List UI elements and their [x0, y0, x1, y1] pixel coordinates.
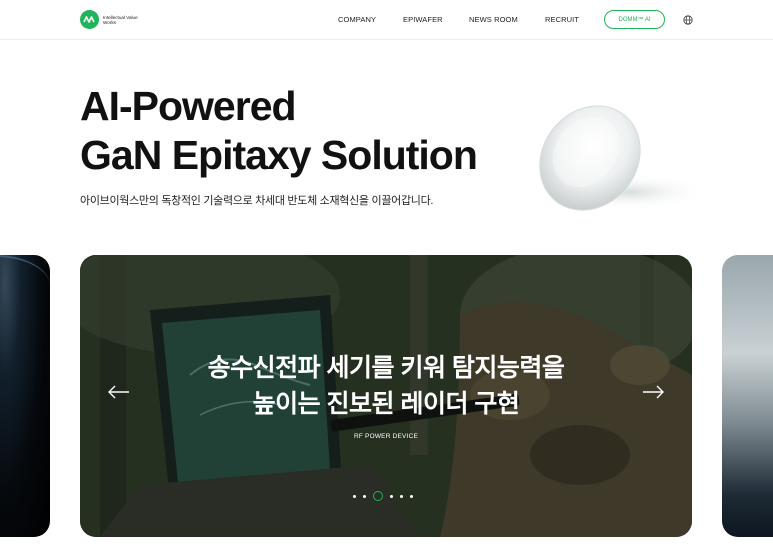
- carousel-dot[interactable]: [400, 494, 403, 498]
- carousel-dot[interactable]: [363, 494, 366, 498]
- hero-title: AI-Powered GaN Epitaxy Solution: [80, 82, 478, 180]
- nav-epiwafer[interactable]: EPIWAFER: [403, 15, 443, 24]
- carousel-dot[interactable]: [410, 494, 413, 498]
- logo[interactable]: Intellectual Value Works: [80, 10, 139, 29]
- logo-mark-icon: [80, 10, 99, 29]
- logo-text: Intellectual Value Works: [103, 14, 138, 25]
- site-header: Intellectual Value Works COMPANY EPIWAFE…: [0, 0, 773, 40]
- slide-title-line1: 송수신전파 세기를 키워 탐지능력을: [207, 354, 565, 382]
- arrow-left-icon[interactable]: [107, 385, 131, 399]
- carousel-side-slide-left[interactable]: [0, 255, 50, 537]
- slide-title: 송수신전파 세기를 키워 탐지능력을 높이는 진보된 레이더 구현: [80, 350, 692, 422]
- carousel-dot-active[interactable]: [373, 491, 383, 501]
- domm-ai-button[interactable]: DOMM™ AI: [604, 10, 665, 29]
- slide-category: RF POWER DEVICE: [353, 433, 419, 440]
- nav-company[interactable]: COMPANY: [338, 15, 376, 24]
- carousel-dot[interactable]: [353, 494, 356, 498]
- carousel-side-slide-right[interactable]: [722, 255, 773, 537]
- carousel-active-slide[interactable]: 송수신전파 세기를 키워 탐지능력을 높이는 진보된 레이더 구현 RF POW…: [80, 255, 692, 537]
- carousel-dot[interactable]: [390, 494, 393, 498]
- carousel-pagination: [353, 491, 413, 501]
- nav-recruit[interactable]: RECRUIT: [545, 15, 579, 24]
- arrow-right-icon[interactable]: [641, 385, 665, 399]
- hero-title-line1: AI-Powered: [80, 83, 297, 129]
- wafer-image: [539, 105, 710, 211]
- globe-icon[interactable]: [683, 15, 693, 25]
- nav-newsroom[interactable]: NEWS ROOM: [469, 15, 518, 24]
- slide-title-line2: 높이는 진보된 레이더 구현: [252, 390, 520, 418]
- hero-subtitle: 아이브이웍스만의 독창적인 기술력으로 차세대 반도체 소재혁신을 이끌어갑니다…: [80, 195, 434, 207]
- hero-title-line2: GaN Epitaxy Solution: [80, 132, 478, 178]
